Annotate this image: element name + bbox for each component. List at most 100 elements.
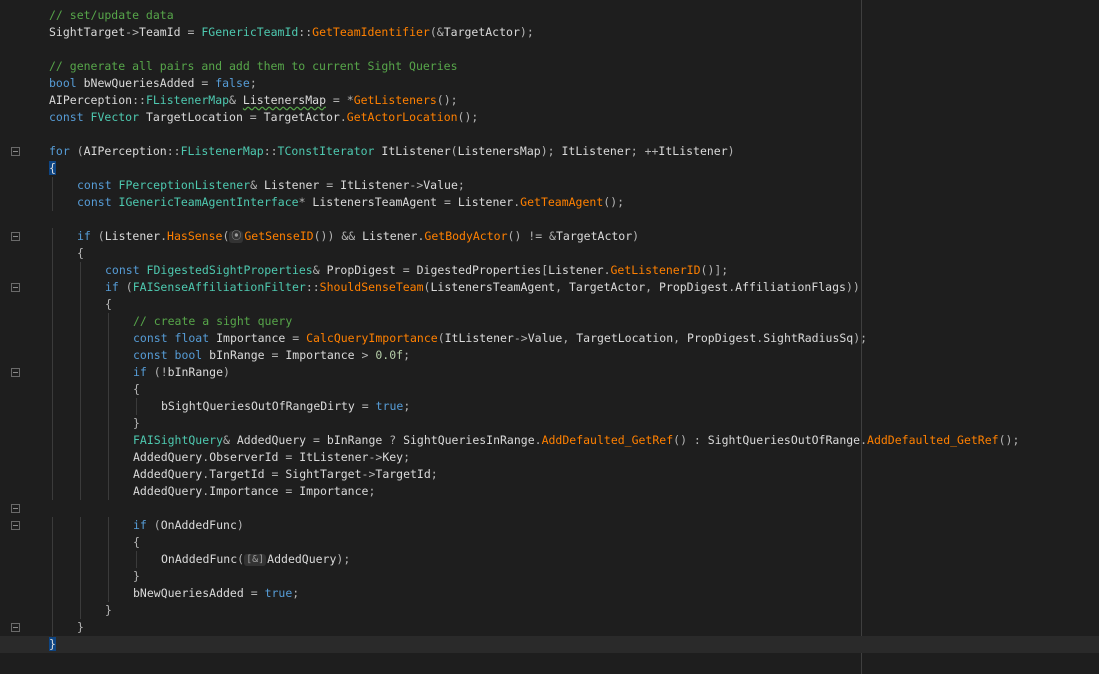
- code-line[interactable]: {: [0, 381, 1099, 398]
- code-token: () :: [673, 433, 708, 447]
- code-text: bSightQueriesOutOfRangeDirty = true;: [49, 398, 410, 415]
- code-token: (: [437, 331, 445, 345]
- code-text: // set/update data: [49, 7, 174, 24]
- code-line[interactable]: }: [0, 568, 1099, 585]
- code-line[interactable]: bSightQueriesOutOfRangeDirty = true;: [0, 398, 1099, 415]
- code-token: }: [133, 416, 140, 430]
- code-token: FAISenseAffiliationFilter: [132, 280, 306, 294]
- code-token: }: [77, 620, 84, 634]
- code-line[interactable]: if (!bInRange): [0, 364, 1099, 381]
- indent-guide: [108, 415, 109, 432]
- code-line[interactable]: if (Listener.HasSense(⦿ GetSenseID()) && …: [0, 228, 1099, 245]
- fold-toggle-icon[interactable]: [11, 504, 20, 513]
- code-token: ->: [361, 467, 376, 481]
- code-line[interactable]: const FDigestedSightProperties& PropDige…: [0, 262, 1099, 279]
- code-line[interactable]: const float Importance = CalcQueryImport…: [0, 330, 1099, 347]
- indent-guide: [52, 534, 53, 551]
- code-line[interactable]: AIPerception::FListenerMap& ListenersMap…: [0, 92, 1099, 109]
- code-line[interactable]: if (FAISenseAffiliationFilter::ShouldSen…: [0, 279, 1099, 296]
- code-line[interactable]: [0, 126, 1099, 143]
- code-token: ; ++: [630, 144, 659, 158]
- code-token: &: [229, 93, 243, 107]
- indent-guide: [52, 296, 53, 313]
- code-token: &: [223, 433, 237, 447]
- fold-toggle-icon[interactable]: [11, 368, 20, 377]
- code-line[interactable]: }: [0, 602, 1099, 619]
- code-token: PropDigest: [326, 263, 403, 277]
- code-line[interactable]: SightTarget->TeamId = FGenericTeamId::Ge…: [0, 24, 1099, 41]
- code-text: // generate all pairs and add them to cu…: [49, 58, 458, 75]
- code-line[interactable]: // set/update data: [0, 7, 1099, 24]
- code-line[interactable]: [0, 500, 1099, 517]
- code-token: Importance: [216, 331, 293, 345]
- code-line[interactable]: const bool bInRange = Importance > 0.0f;: [0, 347, 1099, 364]
- indent-guide: [52, 517, 53, 534]
- code-line[interactable]: }: [0, 636, 1099, 653]
- code-line[interactable]: if (OnAddedFunc): [0, 517, 1099, 534]
- code-text: bNewQueriesAdded = true;: [49, 585, 299, 602]
- code-token: GetBodyActor: [424, 229, 508, 243]
- indent-guide: [52, 415, 53, 432]
- fold-toggle-icon[interactable]: [11, 623, 20, 632]
- code-token: TargetActor: [568, 280, 646, 294]
- code-line[interactable]: const IGenericTeamAgentInterface* Listen…: [0, 194, 1099, 211]
- code-line[interactable]: {: [0, 245, 1099, 262]
- indent-guide: [52, 398, 53, 415]
- code-line[interactable]: bNewQueriesAdded = true;: [0, 585, 1099, 602]
- indent-guide: [80, 483, 81, 500]
- indent-guide: [52, 177, 53, 194]
- code-line[interactable]: {: [0, 160, 1099, 177]
- code-token: Value: [423, 178, 458, 192]
- fold-toggle-icon[interactable]: [11, 521, 20, 530]
- code-token: AddedQuery: [267, 552, 337, 566]
- code-line[interactable]: FAISightQuery& AddedQuery = bInRange ? S…: [0, 432, 1099, 449]
- code-line[interactable]: }: [0, 415, 1099, 432]
- code-line[interactable]: AddedQuery.TargetId = SightTarget->Targe…: [0, 466, 1099, 483]
- code-line[interactable]: const FPerceptionListener& Listener = It…: [0, 177, 1099, 194]
- code-line[interactable]: // generate all pairs and add them to cu…: [0, 58, 1099, 75]
- indent-guide: [52, 262, 53, 279]
- code-token: =: [271, 348, 286, 362]
- code-token: ItListener: [561, 144, 631, 158]
- code-editor[interactable]: // set/update data SightTarget->TeamId = …: [0, 0, 1099, 674]
- code-token: TargetActor: [555, 229, 633, 243]
- code-line[interactable]: AddedQuery.Importance = Importance;: [0, 483, 1099, 500]
- code-line[interactable]: const FVector TargetLocation = TargetAct…: [0, 109, 1099, 126]
- code-token: ()];: [700, 263, 729, 277]
- code-token: ;: [249, 76, 257, 90]
- code-line[interactable]: OnAddedFunc([&] AddedQuery);: [0, 551, 1099, 568]
- indent-guide: [108, 449, 109, 466]
- code-line[interactable]: }: [0, 619, 1099, 636]
- indent-guide: [52, 585, 53, 602]
- indent-guide: [108, 347, 109, 364]
- code-line[interactable]: // create a sight query: [0, 313, 1099, 330]
- code-token: DigestedProperties: [416, 263, 542, 277]
- code-token: ItListener: [444, 331, 514, 345]
- code-token: TConstIterator: [277, 144, 382, 158]
- indent-guide: [108, 483, 109, 500]
- indent-guide: [80, 279, 81, 296]
- code-token: const bool: [133, 348, 210, 362]
- code-token: FPerceptionListener: [118, 178, 251, 192]
- code-token: =: [402, 263, 417, 277]
- code-line[interactable]: [0, 41, 1099, 58]
- indent-guide: [52, 568, 53, 585]
- fold-toggle-icon[interactable]: [11, 232, 20, 241]
- code-line[interactable]: AddedQuery.ObserverId = ItListener->Key;: [0, 449, 1099, 466]
- indent-guide: [52, 228, 53, 245]
- code-line[interactable]: bool bNewQueriesAdded = false;: [0, 75, 1099, 92]
- code-line[interactable]: [0, 211, 1099, 228]
- code-token: PropDigest: [687, 331, 757, 345]
- matched-brace: {: [49, 161, 56, 175]
- code-line[interactable]: {: [0, 296, 1099, 313]
- code-text: {: [49, 160, 56, 177]
- code-line[interactable]: for (AIPerception::FListenerMap::TConstI…: [0, 143, 1099, 160]
- code-text: SightTarget->TeamId = FGenericTeamId::Ge…: [49, 24, 534, 41]
- fold-toggle-icon[interactable]: [11, 283, 20, 292]
- fold-toggle-icon[interactable]: [11, 147, 20, 156]
- code-line[interactable]: {: [0, 534, 1099, 551]
- code-token: =: [271, 467, 286, 481]
- indent-guide: [80, 381, 81, 398]
- indent-guide: [80, 602, 81, 619]
- code-token: ): [236, 518, 244, 532]
